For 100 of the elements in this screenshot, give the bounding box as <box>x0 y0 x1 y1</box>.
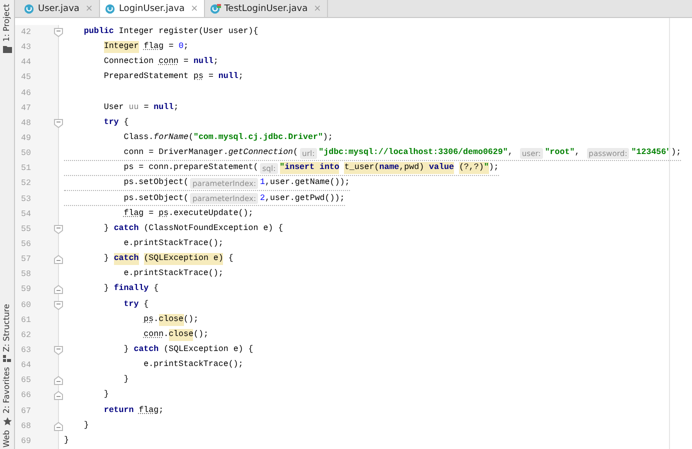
code-text: conn = DriverManager. <box>124 147 228 160</box>
code-text: conn <box>158 56 179 68</box>
code-text: flag <box>144 41 164 54</box>
keyword: try <box>104 116 119 129</box>
tool-window-button[interactable]: 1: Project <box>2 4 12 42</box>
code-text: e.printStackTrace(); <box>124 268 224 280</box>
code-text: } <box>104 283 109 296</box>
star-icon <box>2 416 12 426</box>
structure-icon <box>3 355 11 364</box>
code-text: Integer register(User user){ <box>118 26 258 38</box>
folder-icon <box>2 44 12 53</box>
code-text: ps.setObject( <box>124 192 188 205</box>
code-text: = <box>144 102 150 114</box>
fold-marker-icon[interactable] <box>54 391 63 400</box>
fold-marker-icon[interactable] <box>54 376 63 386</box>
line-number: 43 <box>21 43 31 52</box>
keyword: catch <box>134 344 159 356</box>
code-text: flag <box>124 208 144 220</box>
fold-marker-icon[interactable] <box>54 28 63 37</box>
line-number: 51 <box>21 164 31 174</box>
code-text: ; <box>158 404 164 417</box>
method-name: forName <box>154 132 188 144</box>
code-text: Integer <box>104 41 139 54</box>
code-text: { <box>228 253 234 266</box>
fold-marker-icon[interactable] <box>54 300 63 310</box>
line-number: 61 <box>21 316 31 325</box>
code-text: (SQLException e) { <box>164 344 254 356</box>
keyword: null <box>154 102 174 114</box>
line-number: 58 <box>21 270 31 280</box>
line-number: 44 <box>21 58 31 68</box>
line-number: 50 <box>21 149 31 158</box>
code-text: = <box>168 41 175 54</box>
code-text: ps.setObject( <box>124 177 188 190</box>
code-text: } <box>124 344 129 356</box>
fold-marker-icon[interactable] <box>54 422 63 431</box>
line-number: 59 <box>21 285 31 294</box>
sql-keyword: insert into <box>284 162 340 174</box>
code-text: { <box>154 283 159 296</box>
code-text: { <box>144 298 149 311</box>
line-number: 68 <box>21 422 31 431</box>
code-text: close <box>158 314 184 326</box>
string-literal: "com.mysql.cj.jdbc.Driver" <box>193 132 323 144</box>
editor-tab[interactable]: LoginUser.java × <box>100 0 206 17</box>
code-text: (); <box>184 314 198 326</box>
code-text: ,user.getPwd()); <box>265 192 345 205</box>
keyword: null <box>218 71 238 84</box>
tool-window-button[interactable]: Z: Structure <box>2 304 12 352</box>
class-icon <box>104 4 116 14</box>
line-number: 62 <box>21 330 31 340</box>
code-text: ( <box>293 147 298 160</box>
line-number: 65 <box>21 376 31 386</box>
keyword: public <box>84 26 114 38</box>
fold-marker-icon[interactable] <box>54 285 63 294</box>
code-text: ps <box>158 208 169 220</box>
string-literal: "jdbc:mysql://localhost:3306/demo0629" <box>318 147 508 160</box>
keyword: finally <box>114 283 149 296</box>
string-literal: "root" <box>544 147 575 160</box>
tool-window-button[interactable]: Web <box>2 430 12 447</box>
code-text: = <box>148 208 155 220</box>
code-text: (?,?) <box>458 162 484 174</box>
line-number: 66 <box>21 391 31 400</box>
test-class-icon <box>210 4 222 14</box>
code-text: (ClassNotFoundException e) { <box>144 222 284 235</box>
line-number: 53 <box>21 194 31 204</box>
code-text: , <box>508 147 513 160</box>
code-text: Class. <box>124 132 154 144</box>
code-text: flag <box>138 404 159 417</box>
code-text: } <box>104 253 109 266</box>
tool-window-button[interactable]: 2: Favorites <box>2 367 12 414</box>
string-literal: "123456" <box>631 147 672 160</box>
number-literal: 1 <box>260 177 266 190</box>
keyword: return <box>104 404 134 417</box>
code-text: Connection <box>104 56 154 68</box>
line-number: 56 <box>21 240 31 250</box>
code-text: } <box>124 374 129 386</box>
unused-variable: uu <box>128 102 139 114</box>
code-text: (SQLException e) <box>144 253 224 266</box>
line-number: 42 <box>21 28 31 38</box>
class-icon <box>24 4 35 14</box>
line-number: 64 <box>21 361 31 370</box>
code-text: ps <box>193 71 204 84</box>
code-text: ); <box>671 147 682 160</box>
code-text: } <box>84 420 89 432</box>
keyword: catch <box>114 222 139 235</box>
code-text: ); <box>322 132 333 144</box>
keyword: null <box>194 56 214 68</box>
code-text: ; <box>174 102 179 114</box>
code-text: ,user.getName()); <box>265 177 350 190</box>
code-text: PreparedStatement <box>104 71 188 84</box>
method-name: getConnection <box>228 147 294 160</box>
line-number: 60 <box>21 300 31 310</box>
fold-marker-icon[interactable] <box>54 224 63 234</box>
code-text: ; <box>238 71 244 84</box>
code-text: . <box>154 314 159 326</box>
line-number: 48 <box>21 118 31 128</box>
fold-marker-icon[interactable] <box>54 118 63 128</box>
fold-marker-icon[interactable] <box>54 255 63 264</box>
code-text: ; <box>213 56 218 68</box>
fold-marker-icon[interactable] <box>54 346 63 355</box>
code-text: (); <box>193 328 208 341</box>
